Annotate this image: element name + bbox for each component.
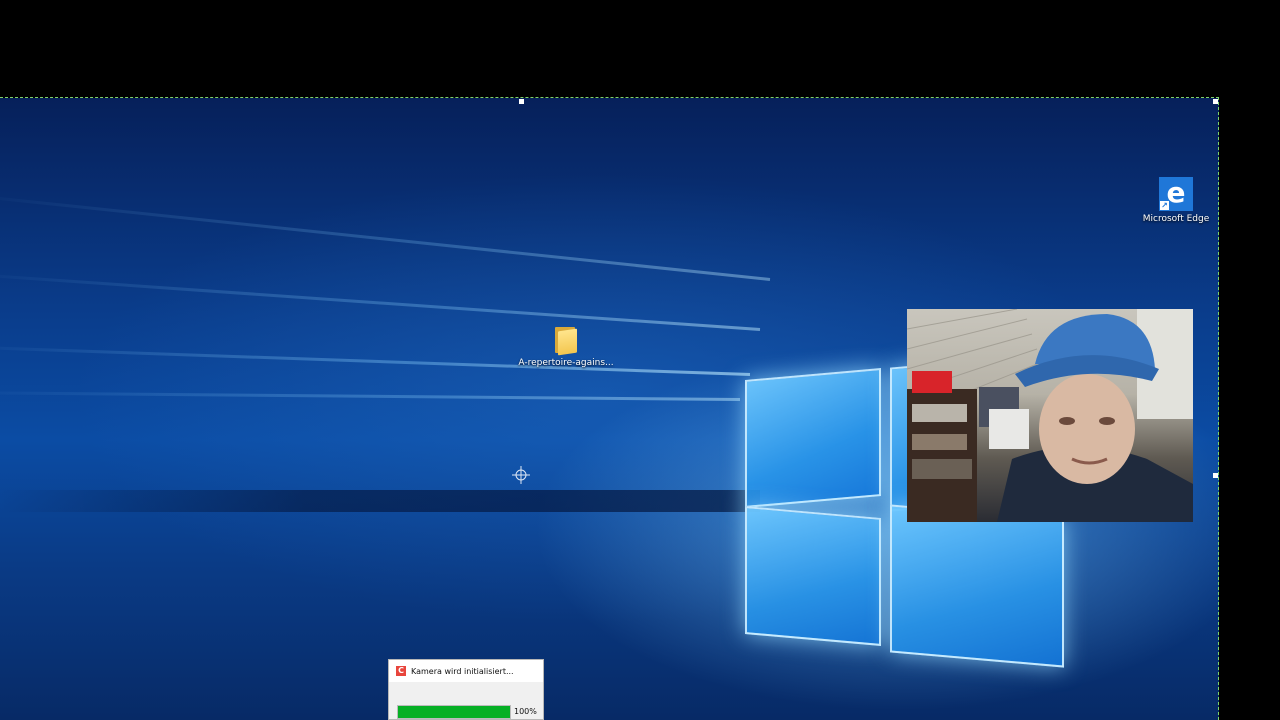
logo-pane-bottom-left [745,506,881,646]
progress-bar [397,705,511,719]
selection-handle-top-mid[interactable] [519,99,524,104]
webcam-image [907,309,1193,522]
capture-selection-top-edge [0,97,1219,98]
desktop-icon-label: Microsoft Edge [1142,214,1210,224]
progress-bar-fill [398,706,510,718]
dialog-title: Kamera wird initialisiert... [411,666,514,676]
logo-pane-bottom-right [890,504,1064,668]
camtasia-logo-icon: C [396,666,406,676]
selection-handle-top-right[interactable] [1213,99,1218,104]
light-ray [0,345,751,376]
dialog-title-bar[interactable]: C Kamera wird initialisiert... [389,660,543,682]
light-ray [0,271,761,331]
wallpaper-shadow-band [0,490,760,512]
desktop-icon-label: A-repertoire-agains... [518,358,614,368]
dialog-body: 100% [389,682,543,719]
light-ray [0,192,771,281]
crosshair-icon [512,466,530,484]
screen-recording-stage: e ↗ Microsoft Edge A-repertoire-agains..… [0,0,1280,720]
webcam-feed[interactable] [907,309,1193,522]
desktop-icon-edge[interactable]: e ↗ Microsoft Edge [1131,177,1221,224]
logo-pane-top-left [745,368,881,508]
recorder-init-dialog[interactable]: C Kamera wird initialisiert... 100% [388,659,544,720]
edge-icon: e ↗ [1159,177,1193,211]
folder-icon [553,325,579,356]
light-ray [0,391,741,401]
progress-percent: 100% [514,707,537,716]
desktop-icon-folder[interactable]: A-repertoire-agains... [518,325,614,368]
selection-handle-right-mid[interactable] [1213,473,1218,478]
